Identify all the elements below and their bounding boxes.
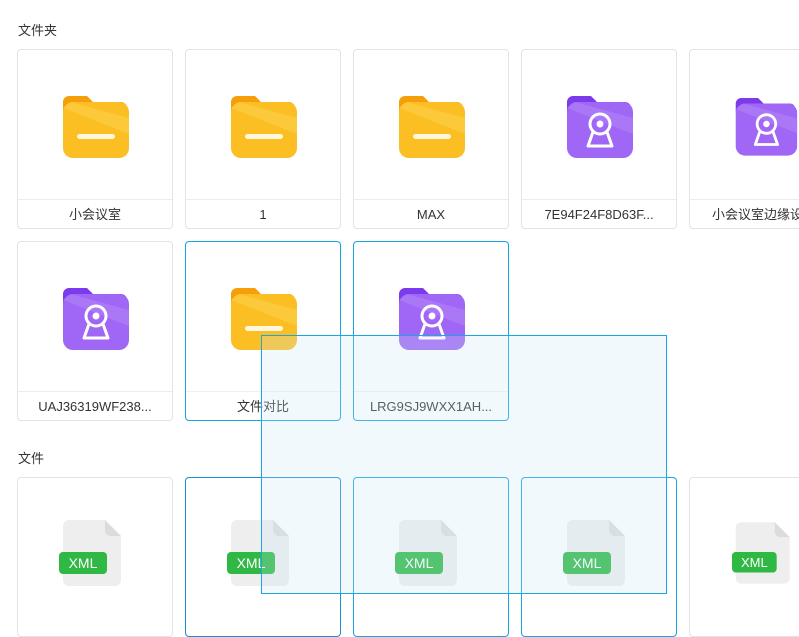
folder-name: 小会议室边缘设 <box>690 199 799 228</box>
folder-name: 小会议室 <box>18 199 172 228</box>
file-item[interactable]: XML <box>185 477 341 637</box>
yellow-folder-icon <box>186 50 340 198</box>
file-item[interactable]: XML <box>17 477 173 637</box>
file-item[interactable]: XML <box>353 477 509 637</box>
xml-file-icon: XML <box>522 478 676 626</box>
folder-name: UAJ36319WF238... <box>18 391 172 420</box>
folder-item[interactable]: UAJ36319WF238... <box>17 241 173 421</box>
folder-item[interactable]: LRG9SJ9WXX1AH... <box>353 241 509 421</box>
purple-device-folder-icon <box>690 50 799 198</box>
file-item[interactable]: XML <box>521 477 677 637</box>
folder-name: 文件对比 <box>186 391 340 420</box>
file-item[interactable]: XML <box>689 477 799 637</box>
xml-file-icon: XML <box>18 478 172 626</box>
xml-file-icon: XML <box>354 478 508 626</box>
yellow-folder-icon <box>354 50 508 198</box>
folder-name: 1 <box>186 199 340 228</box>
purple-device-folder-icon <box>522 50 676 198</box>
folder-item[interactable]: MAX <box>353 49 509 229</box>
folder-name: LRG9SJ9WXX1AH... <box>354 391 508 420</box>
folder-name: 7E94F24F8D63F... <box>522 199 676 228</box>
yellow-folder-icon <box>18 50 172 198</box>
folder-name: MAX <box>354 199 508 228</box>
files-section-title: 文件 <box>18 451 45 466</box>
folder-item[interactable]: 小会议室 <box>17 49 173 229</box>
xml-badge: XML <box>237 555 266 571</box>
xml-badge: XML <box>69 555 98 571</box>
yellow-folder-icon <box>186 242 340 390</box>
xml-file-icon: XML <box>690 478 799 626</box>
xml-badge: XML <box>405 555 434 571</box>
xml-badge: XML <box>741 555 768 570</box>
folder-item[interactable]: 文件对比 <box>185 241 341 421</box>
purple-device-folder-icon <box>18 242 172 390</box>
xml-badge: XML <box>573 555 602 571</box>
folder-item[interactable]: 7E94F24F8D63F... <box>521 49 677 229</box>
folders-section-title: 文件夹 <box>18 23 58 38</box>
folder-item[interactable]: 小会议室边缘设 <box>689 49 799 229</box>
xml-file-icon: XML <box>186 478 340 626</box>
folder-item[interactable]: 1 <box>185 49 341 229</box>
purple-device-folder-icon <box>354 242 508 390</box>
